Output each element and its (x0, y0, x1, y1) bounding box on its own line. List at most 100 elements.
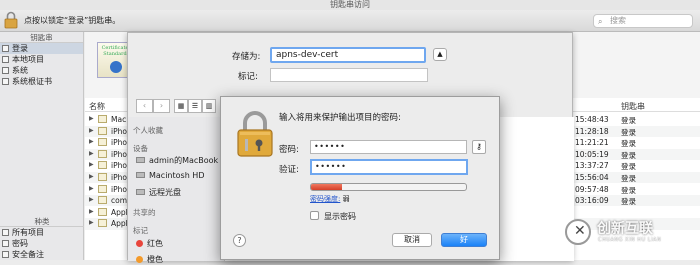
save-as-input[interactable]: apns-dev-cert (270, 47, 426, 63)
row-name: iPho (111, 149, 127, 159)
search-icon: ⌕ (598, 17, 603, 26)
device-item[interactable]: admin的MacBook (136, 155, 218, 166)
disclosure-triangle-icon[interactable]: ▶ (89, 161, 94, 168)
chevron-up-icon: ▲ (437, 50, 443, 58)
disclosure-triangle-icon[interactable]: ▶ (89, 173, 94, 180)
view-buttons: ▦ ☰ ▥ (174, 99, 218, 113)
category-icon (2, 229, 9, 236)
device-item[interactable]: Macintosh HD (136, 171, 204, 180)
note-icon (2, 251, 9, 258)
list-view-button[interactable]: ☰ (188, 99, 202, 113)
password-strength-label[interactable]: 密码强度: (310, 195, 340, 203)
tag-item[interactable]: 红色 (136, 238, 163, 249)
disclosure-triangle-icon[interactable]: ▶ (89, 185, 94, 192)
device-item[interactable]: 远程光盘 (136, 187, 181, 198)
categories-section: 种类 所有项目 密码 安全备注 (0, 216, 84, 260)
row-keychain: 登录 (621, 162, 636, 172)
checkbox-box[interactable] (310, 211, 319, 220)
hard-drive-icon (136, 172, 145, 178)
sidebar-item-passwords[interactable]: 密码 (0, 238, 84, 249)
disclosure-triangle-icon[interactable]: ▶ (89, 208, 94, 215)
favorites-header: 个人收藏 (133, 126, 163, 135)
watermark-text: 创新互联 (597, 221, 653, 237)
row-name: Appl (111, 219, 128, 229)
row-name: iPho (111, 173, 127, 182)
row-name: Mac (111, 115, 127, 124)
forward-button[interactable]: › (153, 99, 170, 113)
device-label: 远程光盘 (149, 188, 181, 197)
column-view-button[interactable]: ▥ (202, 99, 216, 113)
toolbar: 点按以锁定“登录”钥匙串。 ⌕ 搜索 (0, 10, 700, 32)
sidebar-item-secure-notes[interactable]: 安全备注 (0, 249, 84, 260)
certificate-icon (98, 184, 107, 193)
sidebar-item-login[interactable]: 登录 (0, 43, 83, 54)
key-icon: ⚷ (476, 142, 482, 151)
show-password-checkbox[interactable]: 显示密码 (310, 211, 356, 222)
devices-header: 设备 (133, 144, 148, 153)
disclosure-triangle-icon[interactable]: ▶ (89, 196, 94, 203)
keychain-icon (2, 56, 9, 63)
row-keychain: 登录 (621, 150, 636, 160)
password-field[interactable]: •••••• (310, 140, 467, 154)
disclosure-triangle-icon[interactable]: ▶ (89, 138, 94, 145)
row-name: iPho (111, 138, 127, 148)
row-keychain: 登录 (621, 116, 636, 125)
ok-button[interactable]: 好 (441, 233, 487, 247)
show-password-label: 显示密码 (324, 212, 356, 221)
certificate-icon (98, 219, 107, 228)
sidebar-item-local[interactable]: 本地项目 (0, 54, 83, 65)
row-date: 11:28:18 (575, 126, 609, 136)
certificate-icon (98, 138, 107, 147)
certificate-icon (98, 196, 107, 205)
tags-label: 标记: (238, 72, 258, 82)
sidebar-item-label: 本地项目 (12, 55, 44, 64)
sidebar-item-all-items[interactable]: 所有项目 (0, 227, 84, 238)
disclosure-triangle-icon[interactable]: ▶ (89, 127, 94, 134)
tags-input[interactable] (270, 68, 428, 82)
sidebar-item-label: 系统 (12, 66, 28, 75)
certificate-icon (98, 161, 107, 170)
row-date: 11:21:21 (575, 138, 609, 148)
verify-field[interactable]: •••••• (310, 159, 468, 175)
keychain-icon (2, 78, 9, 85)
help-button[interactable]: ? (233, 234, 246, 247)
search-placeholder: 搜索 (610, 16, 626, 25)
keychain-icon (2, 67, 9, 74)
row-keychain: 登录 (621, 174, 636, 183)
watermark: ✕ 创新互联 CHUANG XIN HU LIAN (565, 215, 700, 255)
categories-header: 种类 (0, 216, 84, 227)
icon-view-button[interactable]: ▦ (174, 99, 188, 113)
password-assistant-button[interactable]: ⚷ (472, 140, 486, 154)
verify-label: 验证: (279, 165, 299, 175)
device-label: Macintosh HD (149, 171, 205, 180)
dialog-title: 输入将用来保护输出项目的密码: (279, 113, 401, 123)
disclosure-triangle-icon[interactable]: ▶ (89, 219, 94, 226)
sidebar-item-system[interactable]: 系统 (0, 65, 83, 76)
row-name: com (111, 196, 128, 206)
disclosure-triangle-icon[interactable]: ▶ (89, 150, 94, 157)
search-input[interactable]: ⌕ 搜索 (593, 14, 693, 28)
password-dialog: 输入将用来保护输出项目的密码: 密码: •••••• ⚷ 验证: •••••• … (220, 96, 500, 260)
row-name: iPho (111, 126, 127, 136)
row-keychain: 登录 (621, 139, 636, 149)
lock-hint-text: 点按以锁定“登录”钥匙串。 (24, 16, 121, 25)
certificate-icon (98, 115, 107, 123)
column-name[interactable]: 名称 (89, 101, 105, 112)
watermark-subtext: CHUANG XIN HU LIAN (598, 237, 662, 243)
column-keychain[interactable]: 钥匙串 (621, 101, 645, 112)
cancel-button[interactable]: 取消 (392, 233, 432, 247)
password-strength-fill (311, 184, 342, 190)
window-title: 钥匙串访问 (0, 0, 700, 10)
sidebar-item-system-roots[interactable]: 系统根证书 (0, 76, 83, 87)
row-name: iPho (111, 161, 127, 171)
password-strength-text: 密码强度: 弱 (310, 194, 350, 204)
row-date: 13:37:27 (575, 161, 609, 171)
expand-button[interactable]: ▲ (433, 48, 447, 61)
disclosure-triangle-icon[interactable]: ▶ (89, 115, 94, 122)
lock-icon[interactable] (4, 11, 18, 29)
key-icon (2, 240, 9, 247)
red-tag-icon (136, 240, 143, 247)
back-button[interactable]: ‹ (136, 99, 153, 113)
certificate-seal-icon (110, 61, 122, 73)
password-strength-bar (310, 183, 467, 191)
